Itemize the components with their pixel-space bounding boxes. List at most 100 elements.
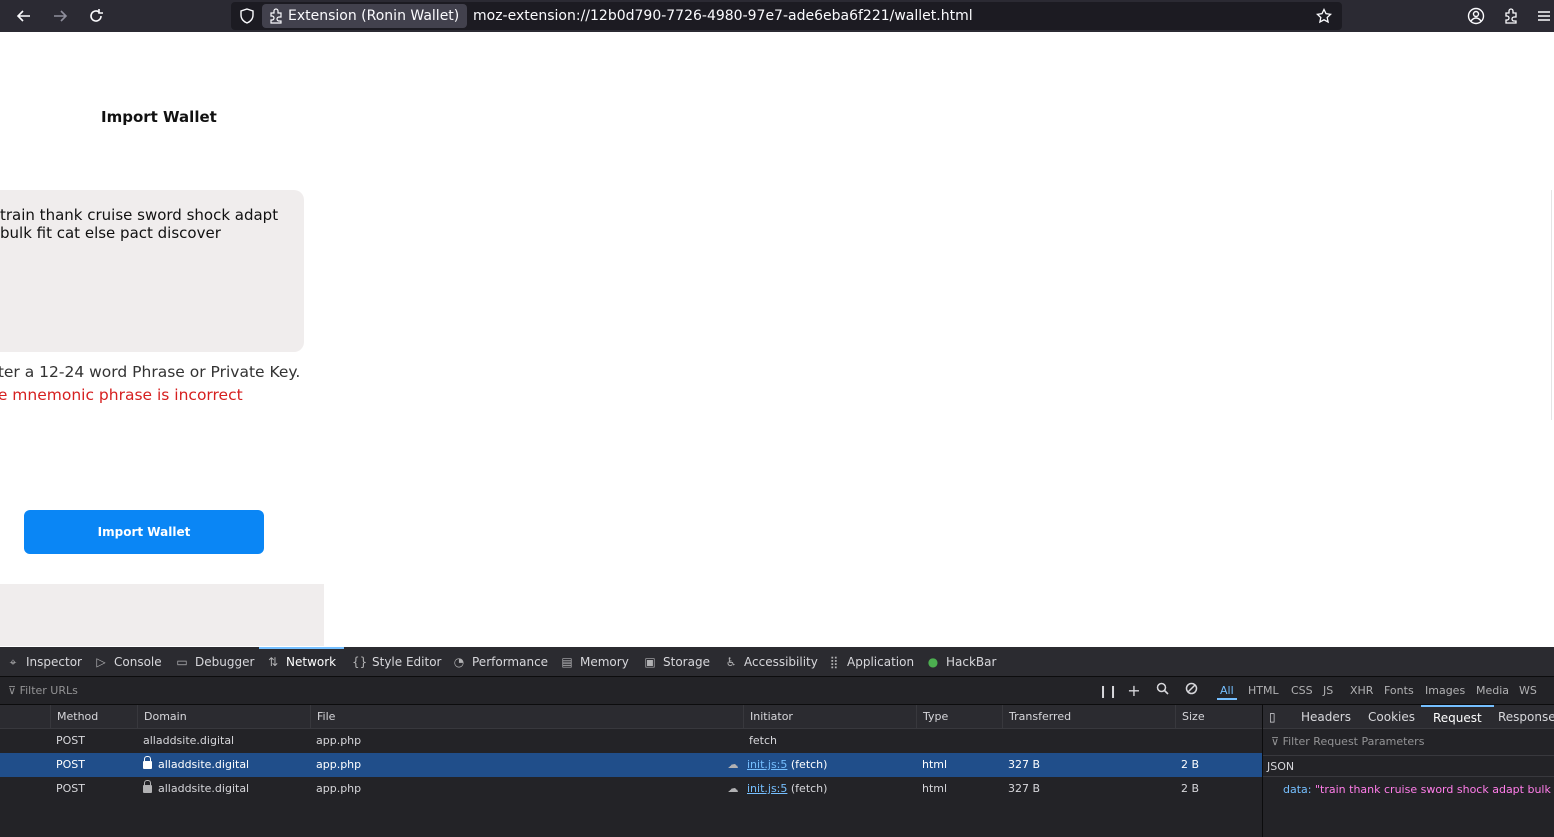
json-row[interactable]: data: "train thank cruise sword shock ad… [1283, 779, 1554, 801]
column-method[interactable]: Method [50, 705, 137, 729]
shield-icon[interactable] [239, 8, 255, 24]
type-filter-xhr[interactable]: XHR [1347, 682, 1376, 700]
type-filter-html[interactable]: HTML [1245, 682, 1282, 700]
tab-application[interactable]: ⣿ Application [827, 647, 914, 677]
initiator-suffix: (fetch) [787, 758, 828, 771]
accessibility-icon: ♿ [725, 655, 737, 669]
footer-panel [0, 584, 324, 646]
tab-network[interactable]: ⇅ Network [266, 647, 336, 677]
extensions-button[interactable] [1500, 4, 1524, 28]
tab-accessibility[interactable]: ♿ Accessibility [724, 647, 818, 677]
url-bar[interactable]: Extension (Ronin Wallet) moz-extension:/… [231, 2, 1342, 30]
column-file[interactable]: File [310, 705, 743, 729]
column-type[interactable]: Type [916, 705, 1002, 729]
column-transferred[interactable]: Transferred [1002, 705, 1175, 729]
tab-inspector[interactable]: ⌖ Inspector [6, 647, 82, 677]
filter-urls-input[interactable]: ⊽ Filter URLs [8, 677, 78, 705]
column-size[interactable]: Size [1175, 705, 1262, 729]
table-row-selected[interactable]: POST alladdsite.digital app.php ☁ init.j… [0, 753, 1262, 777]
tab-response[interactable]: Response [1498, 705, 1554, 729]
inspector-icon: ⌖ [9, 655, 17, 669]
memory-icon: ▤ [561, 655, 573, 669]
phrase-input-value[interactable]: train thank cruise sword shock adapt bul… [0, 206, 290, 242]
type-filter-ws[interactable]: WS [1516, 682, 1540, 700]
cell-transferred: 327 B [1008, 758, 1041, 771]
table-header: Method Domain File Initiator Type Transf… [0, 705, 1262, 729]
cell-size: 2 B [1181, 758, 1200, 771]
url-text[interactable]: moz-extension://12b0d790-7726-4980-97e7-… [473, 2, 973, 30]
table-row[interactable]: POST alladdsite.digital app.php fetch [0, 729, 1262, 753]
cell-initiator: fetch [749, 734, 777, 747]
account-button[interactable] [1464, 4, 1488, 28]
forward-button[interactable] [48, 4, 72, 28]
tab-storage[interactable]: ▣ Storage [643, 647, 710, 677]
arrow-right-icon [54, 10, 68, 22]
cell-method: POST [56, 782, 85, 795]
debugger-icon: ▭ [176, 655, 188, 669]
add-icon[interactable]: + [1125, 682, 1143, 700]
search-icon[interactable] [1153, 682, 1171, 700]
slow-request-icon: ☁ [727, 782, 739, 795]
tab-memory[interactable]: ▤ Memory [560, 647, 628, 677]
tab-headers[interactable]: Headers [1301, 705, 1351, 729]
bookmark-star-icon[interactable] [1316, 8, 1332, 24]
type-filter-images[interactable]: Images [1422, 682, 1468, 700]
slow-request-icon: ☁ [727, 758, 739, 771]
phrase-input[interactable]: train thank cruise sword shock adapt bul… [0, 190, 304, 352]
cell-domain-text: alladdsite.digital [158, 782, 250, 795]
cell-domain: alladdsite.digital [137, 777, 249, 801]
clear-icon[interactable] [1182, 682, 1200, 700]
arrow-left-icon [16, 10, 30, 22]
tab-style-editor[interactable]: {} Style Editor [352, 647, 441, 677]
type-filter-js[interactable]: JS [1320, 682, 1336, 700]
import-wallet-button[interactable]: Import Wallet [24, 510, 264, 554]
json-value: "train thank cruise sword shock adapt bu… [1314, 783, 1554, 796]
tab-console[interactable]: ▷ Console [94, 647, 162, 677]
details-tabbar: ▯ Headers Cookies Request Response [1263, 705, 1554, 729]
filter-icon: ⊽ [8, 684, 20, 697]
tab-label: Style Editor [372, 655, 442, 669]
tab-label: Performance [472, 655, 549, 669]
type-filter-css[interactable]: CSS [1288, 682, 1316, 700]
initiator-link[interactable]: init.js:5 [747, 758, 787, 771]
type-filter-media[interactable]: Media [1473, 682, 1512, 700]
json-key: data: [1283, 783, 1312, 796]
cell-file: app.php [316, 734, 362, 747]
menu-button[interactable] [1532, 4, 1554, 28]
devtools-tabbar: ⌖ Inspector ▷ Console ▭ Debugger ⇅ Network {… [0, 647, 1554, 677]
toggle-sidebar-icon[interactable]: ▯ [1269, 705, 1276, 729]
tab-performance[interactable]: ◔ Performance [452, 647, 548, 677]
cell-domain-text: alladdsite.digital [158, 758, 250, 771]
json-section-label[interactable]: JSON [1263, 755, 1554, 777]
type-filter-all[interactable]: All [1217, 682, 1237, 700]
initiator-link[interactable]: init.js:5 [747, 782, 787, 795]
lock-icon [143, 780, 152, 793]
tab-request[interactable]: Request [1421, 705, 1494, 729]
pause-icon[interactable]: ❙❙ [1098, 682, 1118, 700]
extension-identity-chip[interactable]: Extension (Ronin Wallet) [262, 4, 468, 28]
reload-button[interactable] [84, 4, 108, 28]
column-initiator[interactable]: Initiator [743, 705, 916, 729]
tab-debugger[interactable]: ▭ Debugger [175, 647, 254, 677]
column-domain[interactable]: Domain [137, 705, 310, 729]
phrase-error-message: he mnemonic phrase is incorrect [0, 386, 243, 404]
tab-cookies[interactable]: Cookies [1368, 705, 1415, 729]
tab-label: Debugger [195, 655, 255, 669]
type-filter-fonts[interactable]: Fonts [1381, 682, 1417, 700]
tab-label: Console [114, 655, 162, 669]
table-row[interactable]: POST alladdsite.digital app.php ☁ init.j… [0, 777, 1262, 801]
tab-hackbar[interactable]: ● HackBar [926, 647, 997, 677]
filter-urls-placeholder: Filter URLs [19, 684, 78, 697]
cell-method: POST [56, 734, 85, 747]
cell-file: app.php [316, 782, 362, 795]
network-filterbar: ⊽ Filter URLs ❙❙ + All HTML CSS JS XHR F… [0, 677, 1554, 705]
phrase-hint: nter a 12-24 word Phrase or Private Key. [0, 363, 301, 381]
extension-label: Extension (Ronin Wallet) [288, 8, 460, 24]
back-button[interactable] [12, 4, 36, 28]
browser-toolbar: Extension (Ronin Wallet) moz-extension:/… [0, 0, 1554, 32]
cell-size: 2 B [1181, 782, 1200, 795]
tab-label: Network [286, 655, 337, 669]
tab-label: Application [847, 655, 915, 669]
devtools-panel: ⌖ Inspector ▷ Console ▭ Debugger ⇅ Network {… [0, 647, 1554, 837]
filter-request-params[interactable]: ⊽ Filter Request Parameters [1271, 731, 1424, 753]
